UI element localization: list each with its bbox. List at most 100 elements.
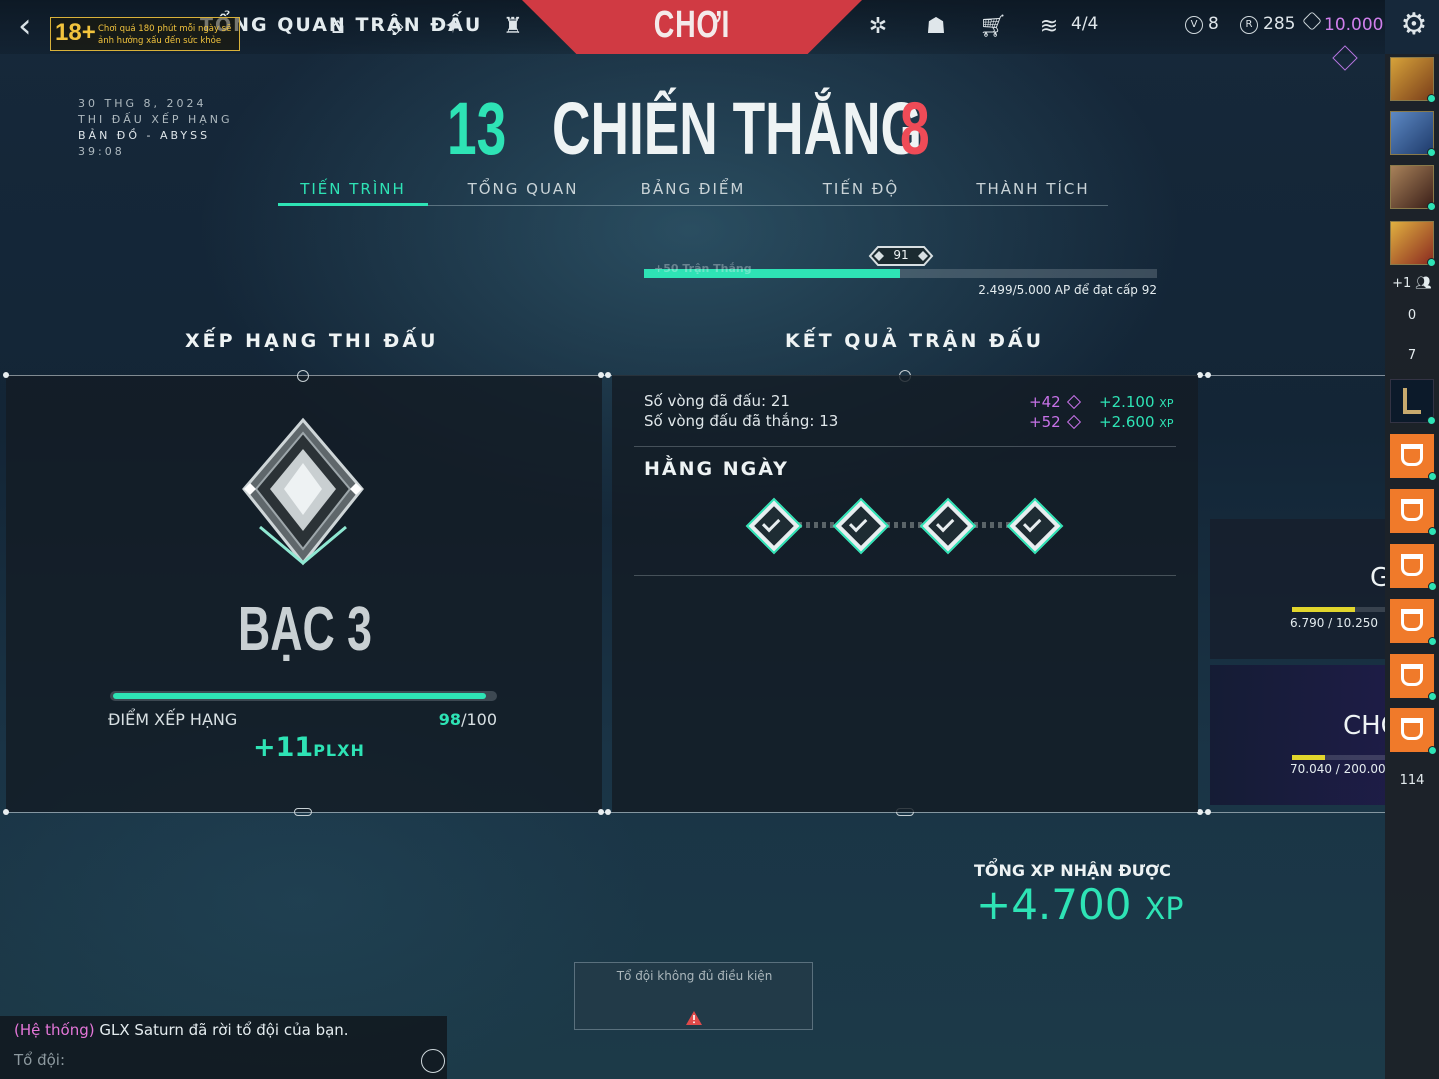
chat-input[interactable]: Tổ đội: <box>14 1051 65 1069</box>
ranked-section-title: XẾP HẠNG THI ĐẤU <box>185 330 439 352</box>
contract-progress: 6.790 / 10.250 <box>1290 616 1379 630</box>
play-label: CHƠI <box>653 4 731 46</box>
friend-avatar[interactable] <box>1390 111 1436 157</box>
account-progress-caption: 2.499/5.000 AP để đạt cấp 92 <box>978 283 1157 297</box>
rank-rating-fill <box>113 693 487 699</box>
daily-connector <box>790 522 1020 528</box>
friend-avatar[interactable] <box>1390 165 1436 211</box>
total-xp-title: TỔNG XP NHẬN ĐƯỢC <box>974 861 1171 880</box>
online-indicator <box>1427 258 1436 267</box>
medal-icon[interactable]: ✦ <box>437 11 469 43</box>
match-map: BẢN ĐỒ - ABYSS <box>78 129 211 142</box>
silver-rank-icon <box>242 417 364 566</box>
party-status-box[interactable]: Tổ đội không đủ điều kiện <box>574 962 813 1030</box>
corner-dot <box>3 372 9 378</box>
league-icon[interactable] <box>1390 379 1436 425</box>
online-indicator <box>1428 692 1437 701</box>
results-divider <box>634 575 1176 576</box>
daily-title: HẰNG NGÀY <box>644 458 789 480</box>
match-result: CHIẾN THẮNG <box>552 87 923 170</box>
corner-dot <box>1205 372 1211 378</box>
xp-unit: XP <box>1159 397 1174 410</box>
rp-value: 285 <box>1263 14 1296 34</box>
friend-avatar[interactable] <box>1390 221 1436 267</box>
match-date: 30 THG 8, 2024 <box>78 97 207 110</box>
corner-dot <box>1205 809 1211 815</box>
tab-advancement[interactable]: TIẾN ĐỘ <box>786 176 936 206</box>
friend-avatar[interactable] <box>1390 57 1436 103</box>
age-warning: Chơi quá 180 phút mỗi ngày sẽ ảnh hưởng … <box>98 24 232 46</box>
agents-roster-icon[interactable]: ☗ <box>920 11 952 43</box>
match-meta: 30 THG 8, 2024 THI ĐẤU XẾP HẠNG BẢN ĐỒ -… <box>78 96 233 160</box>
ap-reward-played: +42 <box>1029 393 1082 411</box>
total-xp-value: +4.700 <box>976 880 1132 929</box>
online-indicator <box>1427 202 1436 211</box>
xp-reward-won: +2.600 XP <box>1099 413 1173 431</box>
account-level: 91 <box>893 248 909 262</box>
back-icon[interactable]: ‹ <box>18 8 52 46</box>
xp-played-value: +2.100 <box>1099 393 1155 411</box>
age-rating: 18+ <box>55 19 96 46</box>
rounds-won: Số vòng đấu đã thắng: 13 <box>644 412 839 430</box>
corner-dot <box>598 809 604 815</box>
match-mode: THI ĐẤU XẾP HẠNG <box>78 113 233 126</box>
party-status-text: Tổ đội không đủ điều kiện <box>616 969 773 983</box>
corner-dot <box>3 809 9 815</box>
tft-icon[interactable] <box>1390 434 1437 481</box>
tab-scoreboard[interactable]: BẢNG ĐIỂM <box>618 176 768 206</box>
ap-icon <box>1067 394 1082 410</box>
ap-balance[interactable]: 10.000 <box>1302 11 1383 35</box>
contract-card[interactable]: G 6.790 / 10.250 <box>1210 519 1385 659</box>
tab-achievements[interactable]: THÀNH TÍCH <box>958 176 1108 206</box>
vp-value: 8 <box>1208 14 1219 34</box>
rp-icon: R <box>1240 16 1258 34</box>
chat-text: GLX Saturn đã rời tổ đội của bạn. <box>94 1021 349 1039</box>
collection-icon[interactable]: ✲ <box>862 11 894 43</box>
settings-icon[interactable]: ⚙ <box>1398 9 1430 41</box>
battlepass-title: CHƠ <box>1343 711 1385 741</box>
online-indicator <box>1428 527 1437 536</box>
agents-icon[interactable]: ⬦ <box>380 11 412 43</box>
tft-icon[interactable] <box>1390 544 1437 591</box>
results-panel <box>612 375 1198 812</box>
chat-expand-icon[interactable] <box>421 1049 445 1073</box>
battlepass-card[interactable]: CHƠ 70.040 / 200.000 <box>1210 665 1385 805</box>
store-icon[interactable]: 🛒︎ <box>977 11 1009 43</box>
enemy-score: 8 <box>900 87 930 170</box>
ap-icon <box>1067 414 1082 430</box>
play-button[interactable]: CHƠI <box>522 0 862 54</box>
contract-title: G <box>1370 563 1385 593</box>
people-icon: 👥︎ <box>1415 276 1432 291</box>
online-indicator <box>1428 582 1437 591</box>
online-indicator <box>1427 416 1436 425</box>
career-icon[interactable]: ♜ <box>497 11 529 43</box>
tab-overview[interactable]: TỔNG QUAN <box>448 176 598 206</box>
rp-balance[interactable]: R 285 <box>1240 14 1295 34</box>
chat-system-tag: (Hệ thống) <box>14 1021 95 1039</box>
tab-progress[interactable]: TIẾN TRÌNH <box>278 176 428 206</box>
social-rail: +1 👥︎ 0 7 114 <box>1385 54 1439 1079</box>
extra-friends[interactable]: +1 👥︎ <box>1385 276 1439 291</box>
corner-dot <box>605 372 611 378</box>
tft-icon[interactable] <box>1390 708 1437 755</box>
rank-rating-label: ĐIỂM XẾP HẠNG <box>108 710 238 729</box>
tft-icon[interactable] <box>1390 599 1437 646</box>
tft-icon[interactable] <box>1390 489 1437 536</box>
rank-rating-bar <box>110 691 497 701</box>
vp-balance[interactable]: V8 <box>1185 14 1219 34</box>
xp-won-value: +2.600 <box>1099 413 1155 431</box>
chat-panel: (Hệ thống) GLX Saturn đã rời tổ đội của … <box>0 1016 447 1079</box>
rank-name: BẠC 3 <box>238 595 372 664</box>
tft-icon[interactable] <box>1390 654 1437 701</box>
battlepass-bar-fill <box>1292 755 1326 760</box>
drag-handle-icon <box>294 808 312 816</box>
results-section-title: KẾT QUẢ TRẬN ĐẤU <box>785 330 1045 352</box>
rank-gain-value: +11 <box>253 732 314 763</box>
battlepass-icon[interactable]: ≋ <box>1033 11 1065 43</box>
corner-dot <box>598 372 604 378</box>
home-icon[interactable]: ⌂ <box>322 11 354 43</box>
account-progress-label: +50 Trận Thắng <box>654 262 752 275</box>
ap-won-value: +52 <box>1029 413 1061 431</box>
total-xp: +4.700 XP <box>976 880 1183 929</box>
match-duration: 39:08 <box>78 145 125 158</box>
